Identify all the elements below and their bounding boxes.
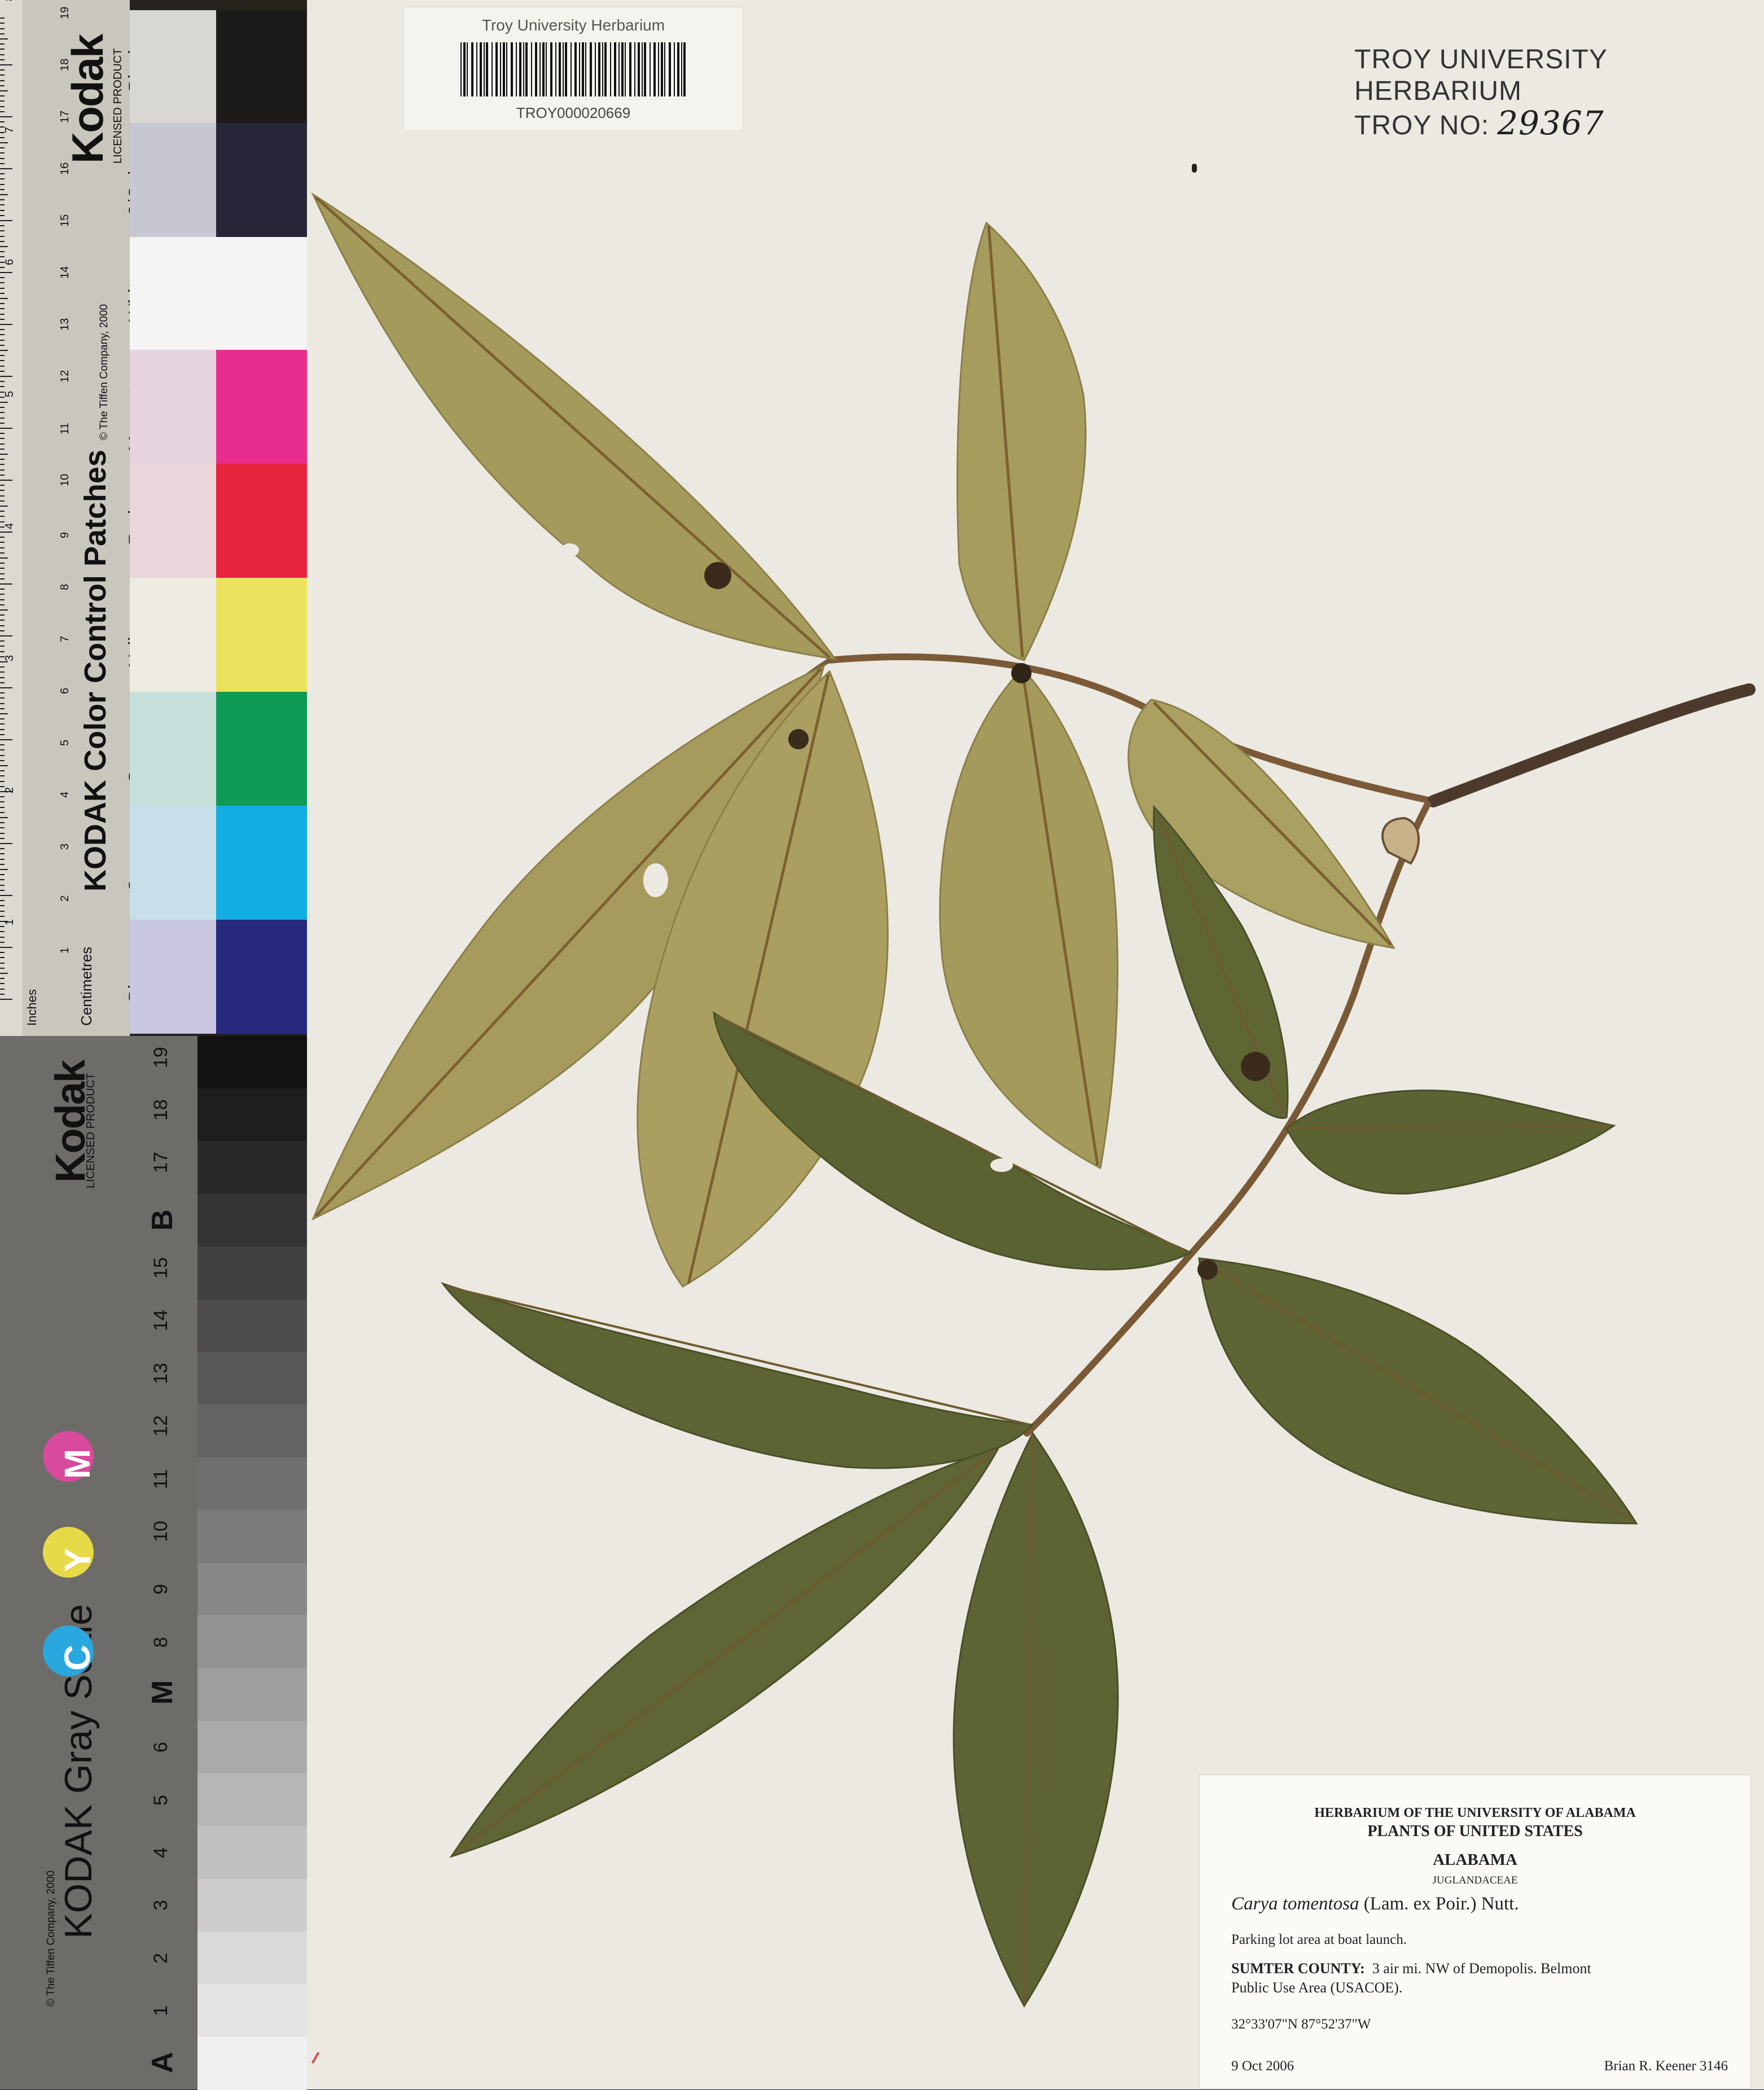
barcode-bar: [523, 42, 524, 96]
barcode-bar: [539, 42, 541, 96]
troy-no-prefix: TROY NO:: [1354, 111, 1490, 140]
barcode-bar: [579, 42, 580, 96]
det-habitat: Parking lot area at boat launch.: [1231, 1932, 1407, 1947]
leaflet-dark-right-large: [1198, 1257, 1638, 1525]
det-date: 9 Oct 2006: [1231, 2058, 1295, 2074]
barcode-bar: [664, 42, 665, 96]
barcode-bar: [565, 42, 567, 96]
barcode-bar: [506, 42, 507, 96]
barcode-bar: [582, 42, 584, 96]
barcode-bar: [598, 42, 600, 96]
barcode-bar: [476, 42, 477, 96]
barcode-bar: [516, 42, 517, 96]
barcode-bar: [658, 42, 659, 96]
terminal-bud-icon: [1381, 816, 1420, 865]
barcode-bar: [625, 42, 626, 96]
barcode-bar: [669, 42, 671, 96]
barcode-bar: [614, 42, 616, 96]
barcode-bar: [495, 42, 498, 96]
barcode-bar: [546, 42, 547, 96]
barcode-bar: [674, 42, 675, 96]
troy-number-handwritten: 29367: [1497, 104, 1604, 142]
barcode-bar: [638, 42, 640, 96]
barcode-bar: [550, 42, 552, 96]
barcode-bar: [621, 42, 624, 96]
barcode-institution: Troy University Herbarium: [481, 16, 665, 34]
catalog-number: TROY000020669: [516, 104, 631, 121]
woody-stem: [1427, 683, 1756, 807]
barcode-bar: [618, 42, 620, 96]
barcode-label: Troy University Herbarium TROY000020669: [403, 7, 743, 131]
barcode-bar: [629, 42, 631, 96]
barcode-bar: [595, 42, 596, 96]
leaflet-dark-right-small: [1285, 1090, 1616, 1195]
barcode-bar: [571, 42, 572, 96]
det-coordinates: 32°33'07"N 87°52'37"W: [1231, 2017, 1371, 2032]
troy-header-line2: TROY NO: 29367: [1354, 107, 1738, 142]
barcode-bar: [683, 42, 686, 96]
barcode-bar: [492, 42, 493, 96]
barcode-bar: [602, 42, 603, 96]
det-locality: SUMTER COUNTY: 3 air mi. NW of Demopolis…: [1231, 1960, 1591, 1977]
det-family: JUGLANDACEAE: [1432, 1874, 1518, 1886]
det-taxon: Carya tomentosa (Lam. ex Poir.) Nutt.: [1231, 1894, 1519, 1915]
det-species: Carya tomentosa: [1231, 1894, 1359, 1914]
barcode-bar: [484, 42, 485, 96]
det-authority: (Lam. ex Poir.) Nutt.: [1363, 1894, 1519, 1914]
barcode-bar: [604, 42, 607, 96]
barcode-bar: [471, 42, 473, 96]
barcode-bar: [559, 42, 561, 96]
barcode-bar: [535, 42, 537, 96]
barcode-bar: [610, 42, 611, 96]
barcode-bar: [634, 42, 635, 96]
barcode-bar: [525, 42, 528, 96]
leaflet-upper-left: [311, 192, 837, 661]
det-state: ALABAMA: [1433, 1851, 1517, 1869]
barcode-bar: [661, 42, 663, 96]
barcode-bar: [574, 42, 577, 96]
barcode-bar: [467, 42, 468, 96]
determination-label: HERBARIUM OF THE UNIVERSITY OF ALABAMA P…: [1199, 1775, 1751, 2089]
barcode-bar: [590, 42, 592, 96]
barcode-bar: [486, 42, 488, 96]
barcode-bar: [585, 42, 586, 96]
barcode-bar: [653, 42, 656, 96]
barcode-bar: [531, 42, 532, 96]
barcode-bar: [460, 42, 462, 96]
barcode-bar: [500, 42, 501, 96]
barcode-bar: [503, 42, 505, 96]
barcode-bar: [681, 42, 682, 96]
barcode-bar: [555, 42, 556, 96]
barcode-bar: [644, 42, 646, 96]
barcode-bar: [650, 42, 651, 96]
barcode-bar: [463, 42, 466, 96]
leaflet-dark-left-lower: [449, 1446, 1001, 1858]
leaflet-dark-left-upper: [441, 1282, 1035, 1469]
det-herbarium: HERBARIUM OF THE UNIVERSITY OF ALABAMA: [1314, 1806, 1636, 1820]
barcode-bar: [519, 42, 521, 96]
det-locality-line2: Public Use Area (USACOE).: [1231, 1979, 1403, 1996]
barcode-bar: [563, 42, 564, 96]
barcode-bar: [677, 42, 679, 96]
leaflet-center: [939, 667, 1118, 1170]
barcode-bar: [511, 42, 513, 96]
barcode-bar: [642, 42, 643, 96]
troy-herbarium-header: TROY UNIVERSITY HERBARIUM TROY NO: 29367: [1354, 44, 1738, 142]
det-collector: Brian R. Keener 3146: [1604, 2058, 1728, 2074]
troy-header-line1: TROY UNIVERSITY HERBARIUM: [1354, 45, 1607, 106]
det-locality-line1: 3 air mi. NW of Demopolis. Belmont: [1372, 1960, 1591, 1977]
barcode-icon: [460, 42, 686, 96]
leaflet-dark-bottom: [953, 1432, 1119, 2008]
speck: [1192, 164, 1197, 173]
det-county: SUMTER COUNTY:: [1231, 1960, 1365, 1977]
barcode-bar: [542, 42, 545, 96]
det-plants-of: PLANTS OF UNITED STATES: [1367, 1823, 1583, 1840]
leaflet-upper-center: [956, 221, 1087, 661]
barcode-bar: [480, 42, 482, 96]
